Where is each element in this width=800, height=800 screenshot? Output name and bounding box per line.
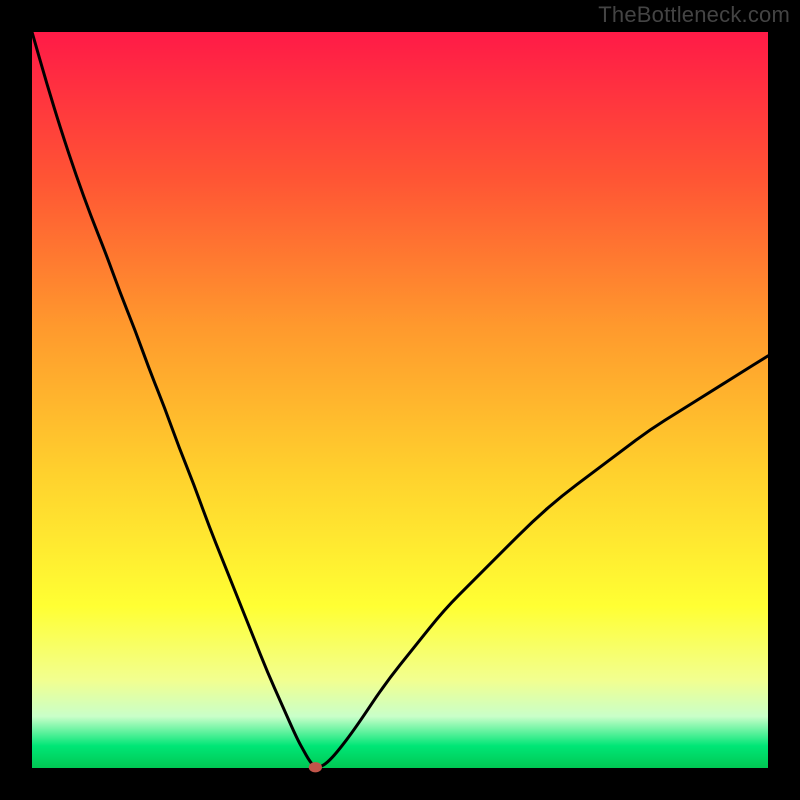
- chart-canvas: [0, 0, 800, 800]
- gradient-background: [32, 32, 768, 768]
- minimum-marker: [309, 762, 322, 772]
- chart-svg: [0, 0, 800, 800]
- watermark-text: TheBottleneck.com: [598, 2, 790, 28]
- chart-root: TheBottleneck.com: [0, 0, 800, 800]
